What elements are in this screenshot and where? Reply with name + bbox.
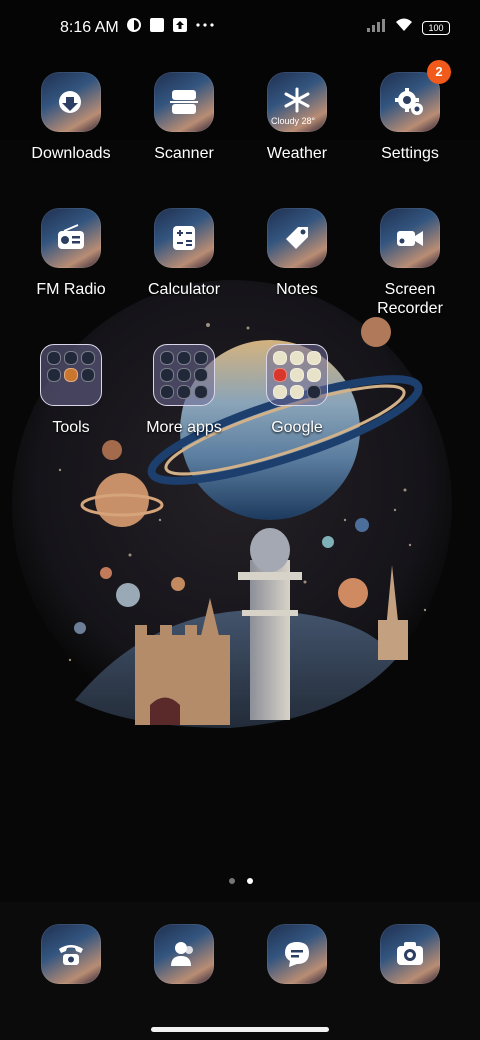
tag-icon <box>267 208 327 268</box>
mini-app-icon <box>81 351 95 365</box>
app-settings[interactable]: Settings <box>355 72 465 163</box>
status-left: 8:16 AM <box>60 17 215 38</box>
dock-app-messages[interactable] <box>242 924 352 984</box>
mini-app-icon <box>194 385 208 399</box>
home-gesture-bar[interactable] <box>151 1027 329 1032</box>
clock: 8:16 AM <box>60 18 119 36</box>
mini-app-icon <box>160 351 174 365</box>
message-icon <box>267 924 327 984</box>
app-icon-tile <box>267 208 327 268</box>
mini-app-icon <box>273 385 287 399</box>
mini-app-icon <box>307 385 321 399</box>
app-notification-icon <box>126 17 142 38</box>
app-icon-tile <box>380 924 440 984</box>
download-icon <box>41 72 101 132</box>
video-camera-icon <box>380 208 440 268</box>
folder-google[interactable]: Google <box>242 344 352 437</box>
page-dot[interactable] <box>229 878 235 884</box>
notification-badge: 2 <box>427 60 451 84</box>
app-icon-tile <box>267 924 327 984</box>
folder-label: More apps <box>146 419 222 436</box>
mini-app-icon <box>273 368 287 382</box>
mini-app-icon <box>81 368 95 382</box>
app-label: Downloads <box>31 145 111 162</box>
mini-app-icon <box>290 351 304 365</box>
mini-app-icon <box>194 368 208 382</box>
page-dot-current[interactable] <box>247 878 253 884</box>
app-weather[interactable]: Cloudy 28° Weather <box>242 72 352 163</box>
dock-app-phone[interactable] <box>16 924 126 984</box>
app-calculator[interactable]: Calculator <box>129 208 239 299</box>
app-label: Weather <box>266 145 328 162</box>
mini-app-icon <box>290 385 304 399</box>
app-fm-radio[interactable]: FM Radio <box>16 208 126 299</box>
folder-label: Tools <box>52 419 90 436</box>
mini-app-icon <box>177 351 191 365</box>
mini-app-icon <box>47 368 61 382</box>
contacts-icon <box>154 924 214 984</box>
battery-icon: 100 <box>422 20 450 35</box>
app-downloads[interactable]: Downloads <box>16 72 126 163</box>
app-label: Scanner <box>154 145 214 162</box>
app-icon-tile <box>154 208 214 268</box>
mini-app-icon <box>160 368 174 382</box>
app-label: FM Radio <box>36 281 106 298</box>
mini-app-icon <box>47 351 61 365</box>
app-icon-tile <box>41 924 101 984</box>
folder-tools[interactable]: Tools <box>16 344 126 437</box>
camera-icon <box>380 924 440 984</box>
app-screen-recorder[interactable]: Screen Recorder <box>355 208 465 318</box>
app-notes[interactable]: Notes <box>242 208 352 299</box>
signal-icon <box>366 17 386 38</box>
mini-app-icon <box>273 351 287 365</box>
mini-app-icon <box>64 368 78 382</box>
mini-app-icon <box>194 351 208 365</box>
app-icon-tile <box>154 72 214 132</box>
mini-app-icon <box>307 351 321 365</box>
more-dots-icon <box>195 17 215 38</box>
folder-icon <box>153 344 215 406</box>
app-label: Calculator <box>147 281 221 298</box>
app-label: Settings <box>381 145 439 162</box>
mini-app-icon <box>290 368 304 382</box>
wifi-icon <box>394 17 414 38</box>
upload-arrow-icon <box>172 17 188 38</box>
mini-app-icon <box>177 368 191 382</box>
weather-widget-text: Cloudy 28° <box>271 116 316 126</box>
status-bar: 8:16 AM 100 <box>0 0 480 56</box>
radio-icon <box>41 208 101 268</box>
mini-app-icon <box>177 385 191 399</box>
folder-label: Google <box>271 419 323 436</box>
calculator-icon <box>154 208 214 268</box>
page-indicator <box>229 878 253 884</box>
folder-icon <box>40 344 102 406</box>
mini-app-icon <box>160 385 174 399</box>
phone-icon <box>41 924 101 984</box>
mini-app-icon <box>64 351 78 365</box>
status-right: 100 <box>366 17 450 38</box>
app-label: Notes <box>276 281 318 298</box>
folder-icon <box>266 344 328 406</box>
mini-app-icon <box>307 368 321 382</box>
dock-app-contacts[interactable] <box>129 924 239 984</box>
app-icon-tile <box>380 208 440 268</box>
app-icon-tile <box>41 208 101 268</box>
app-icon-tile <box>154 924 214 984</box>
app-label: Screen Recorder <box>377 281 443 317</box>
dock-app-camera[interactable] <box>355 924 465 984</box>
white-square-icon <box>149 17 165 38</box>
app-icon-tile <box>41 72 101 132</box>
app-scanner[interactable]: Scanner <box>129 72 239 163</box>
folder-more-apps[interactable]: More apps <box>129 344 239 437</box>
scanner-icon <box>154 72 214 132</box>
app-icon-tile: Cloudy 28° <box>267 72 327 132</box>
